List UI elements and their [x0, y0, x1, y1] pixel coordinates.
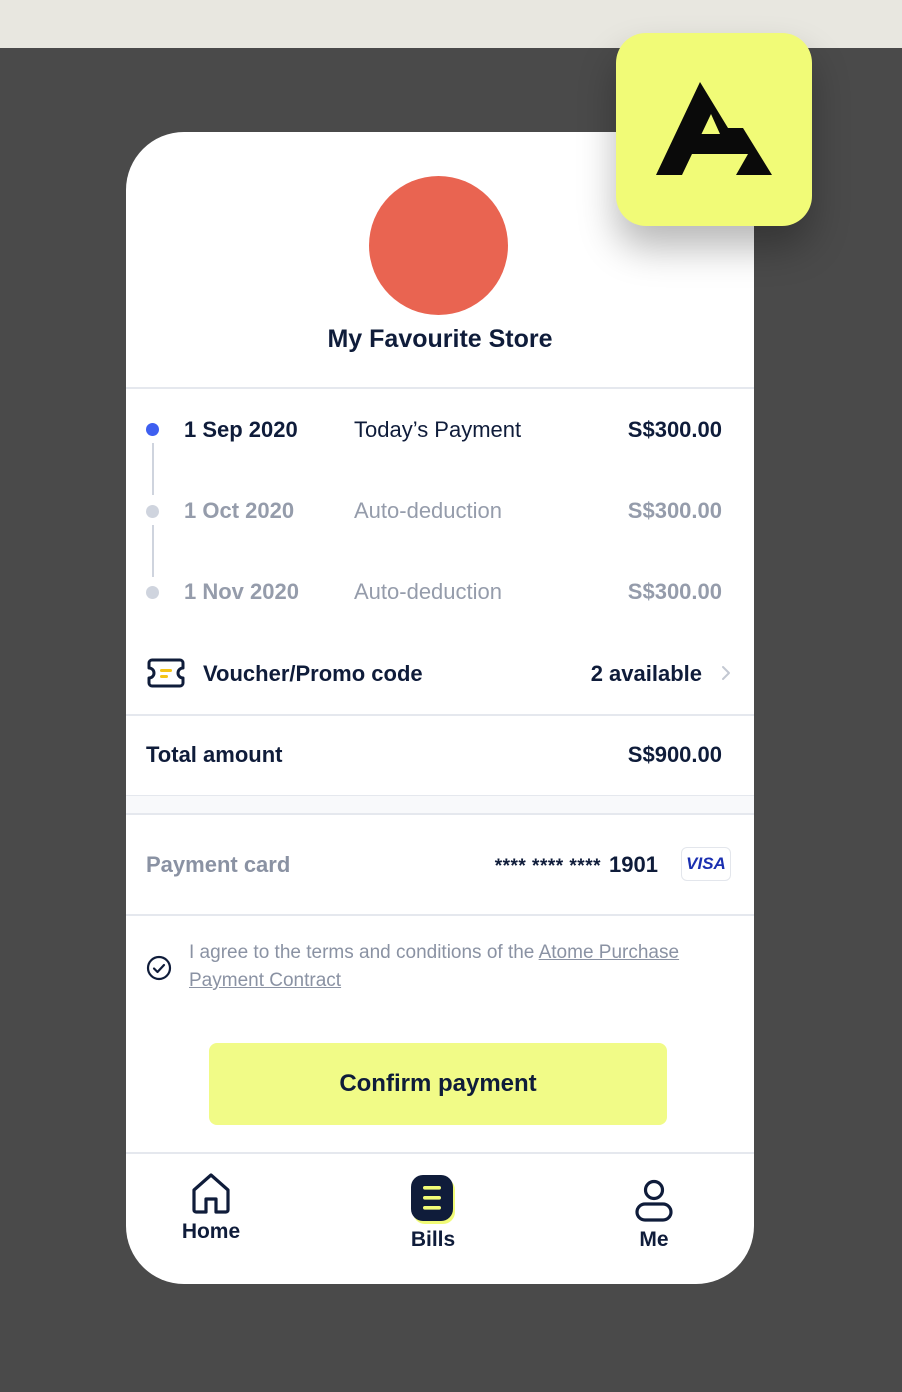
atome-logo: [616, 33, 812, 226]
divider: [126, 714, 754, 716]
voucher-ticket-icon: [146, 657, 186, 694]
confirm-payment-button[interactable]: Confirm payment: [209, 1043, 667, 1125]
total-label: Total amount: [146, 742, 283, 767]
timeline-dot-upcoming: [146, 586, 159, 599]
checkbox-checked-icon[interactable]: [146, 955, 172, 986]
checkout-screen: My Favourite Store 1 Sep 2020 Today’s Pa…: [126, 132, 754, 1284]
schedule-date: 1 Oct 2020: [184, 498, 295, 523]
voucher-label: Voucher/Promo code: [203, 661, 423, 686]
timeline-connector: [152, 443, 154, 495]
timeline-dot-upcoming: [146, 505, 159, 518]
terms-text: I agree to the terms and conditions of t…: [189, 942, 539, 963]
timeline-connector: [152, 525, 154, 577]
profile-icon: [635, 1179, 673, 1222]
schedule-date: 1 Sep 2020: [184, 417, 298, 442]
divider: [126, 1152, 754, 1154]
visa-card-icon: VISA: [681, 847, 731, 881]
nav-bills[interactable]: Bills: [373, 1172, 493, 1252]
card-number-mask: **** **** ****: [494, 856, 601, 877]
schedule-date: 1 Nov 2020: [184, 579, 299, 604]
timeline-dot-current: [146, 423, 159, 436]
divider: [126, 387, 754, 389]
divider: [126, 813, 754, 815]
merchant-logo: [369, 176, 508, 315]
total-amount: S$900.00: [627, 742, 722, 767]
schedule-amount: S$300.00: [627, 498, 722, 523]
nav-home[interactable]: Home: [151, 1170, 271, 1244]
schedule-amount: S$300.00: [627, 579, 722, 604]
nav-label-bills: Bills: [410, 1228, 456, 1251]
nav-label-home: Home: [181, 1220, 241, 1243]
schedule-label: Today’s Payment: [354, 417, 522, 442]
bills-icon: [411, 1175, 455, 1224]
schedule-amount: S$300.00: [627, 417, 722, 442]
voucher-count: 2 available: [590, 661, 702, 686]
merchant-name: My Favourite Store: [327, 325, 553, 353]
card-last-digits: 1901: [609, 852, 658, 877]
terms-agreement: I agree to the terms and conditions of t…: [189, 939, 729, 995]
nav-label-me: Me: [639, 1228, 669, 1251]
payment-card-label: Payment card: [146, 852, 291, 877]
schedule-label: Auto-deduction: [354, 579, 502, 604]
home-icon: [192, 1173, 230, 1214]
chevron-right-icon: [721, 665, 731, 686]
section-gap: [126, 796, 754, 814]
schedule-label: Auto-deduction: [354, 498, 502, 523]
nav-me[interactable]: Me: [594, 1178, 714, 1252]
atome-logo-icon: [656, 81, 772, 175]
divider: [126, 914, 754, 916]
